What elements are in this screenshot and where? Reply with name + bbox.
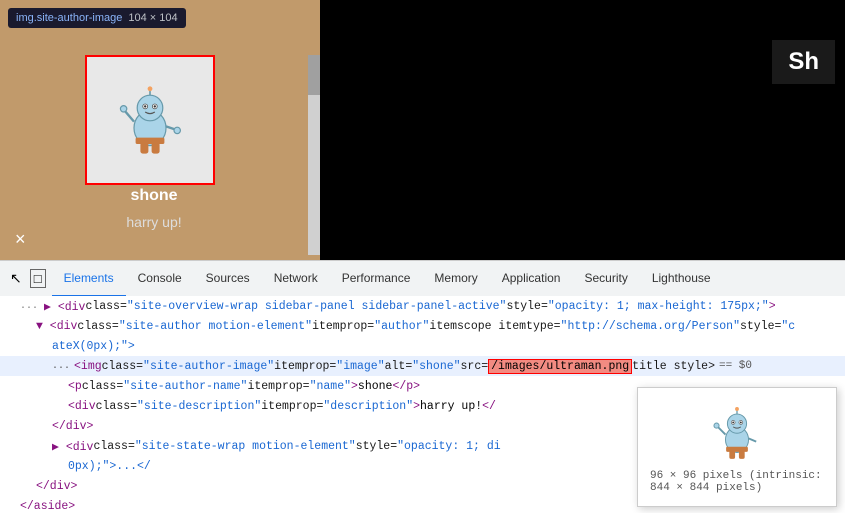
tooltip-robot-icon	[705, 400, 769, 464]
cursor-icon[interactable]: ↖	[10, 270, 22, 287]
highlighted-src: /images/ultraman.png	[488, 359, 632, 374]
inspect-box-icon[interactable]: □	[30, 269, 46, 288]
tab-performance[interactable]: Performance	[330, 261, 423, 297]
right-preview-area: Sh	[320, 0, 845, 260]
author-name: shone	[0, 187, 308, 205]
image-size-tooltip: 96 × 96 pixels (intrinsic: 844 × 844 pix…	[637, 387, 837, 507]
author-description: harry up!	[0, 214, 308, 230]
tab-memory[interactable]: Memory	[422, 261, 489, 297]
equals-sign: == $0	[719, 360, 752, 372]
image-preview-box	[85, 55, 215, 185]
devtools-tabs-bar: ↖ □ Elements Console Sources Network Per…	[0, 260, 845, 296]
code-line: ateX(0px);">	[0, 336, 845, 356]
tooltip-dimensions: 104 × 104	[128, 12, 177, 24]
sh-label: Sh	[772, 40, 835, 84]
tab-lighthouse[interactable]: Lighthouse	[640, 261, 723, 297]
devtools-icons: ↖ □	[4, 269, 52, 288]
code-line: ▼ <div class="site-author motion-element…	[0, 316, 845, 336]
code-line-img: ... <img class="site-author-image" itemp…	[0, 356, 845, 376]
image-dimensions-text: 96 × 96 pixels (intrinsic: 844 × 844 pix…	[650, 470, 824, 494]
tab-console[interactable]: Console	[126, 261, 194, 297]
tab-network[interactable]: Network	[262, 261, 330, 297]
close-button[interactable]: ×	[15, 229, 26, 250]
author-image-preview	[110, 80, 190, 160]
devtools-code-panel: ... ▶ <div class="site-overview-wrap sid…	[0, 296, 845, 513]
tab-elements[interactable]: Elements	[52, 261, 126, 297]
code-line: ... ▶ <div class="site-overview-wrap sid…	[0, 296, 845, 316]
tab-application[interactable]: Application	[490, 261, 573, 297]
tab-sources[interactable]: Sources	[194, 261, 262, 297]
tooltip-element-name: img.site-author-image	[16, 12, 122, 24]
preview-panel: img.site-author-image 104 × 104	[0, 0, 320, 260]
tab-security[interactable]: Security	[572, 261, 639, 297]
preview-scrollbar[interactable]	[308, 55, 320, 255]
element-tooltip: img.site-author-image 104 × 104	[8, 8, 186, 28]
scrollbar-thumb[interactable]	[308, 55, 320, 95]
